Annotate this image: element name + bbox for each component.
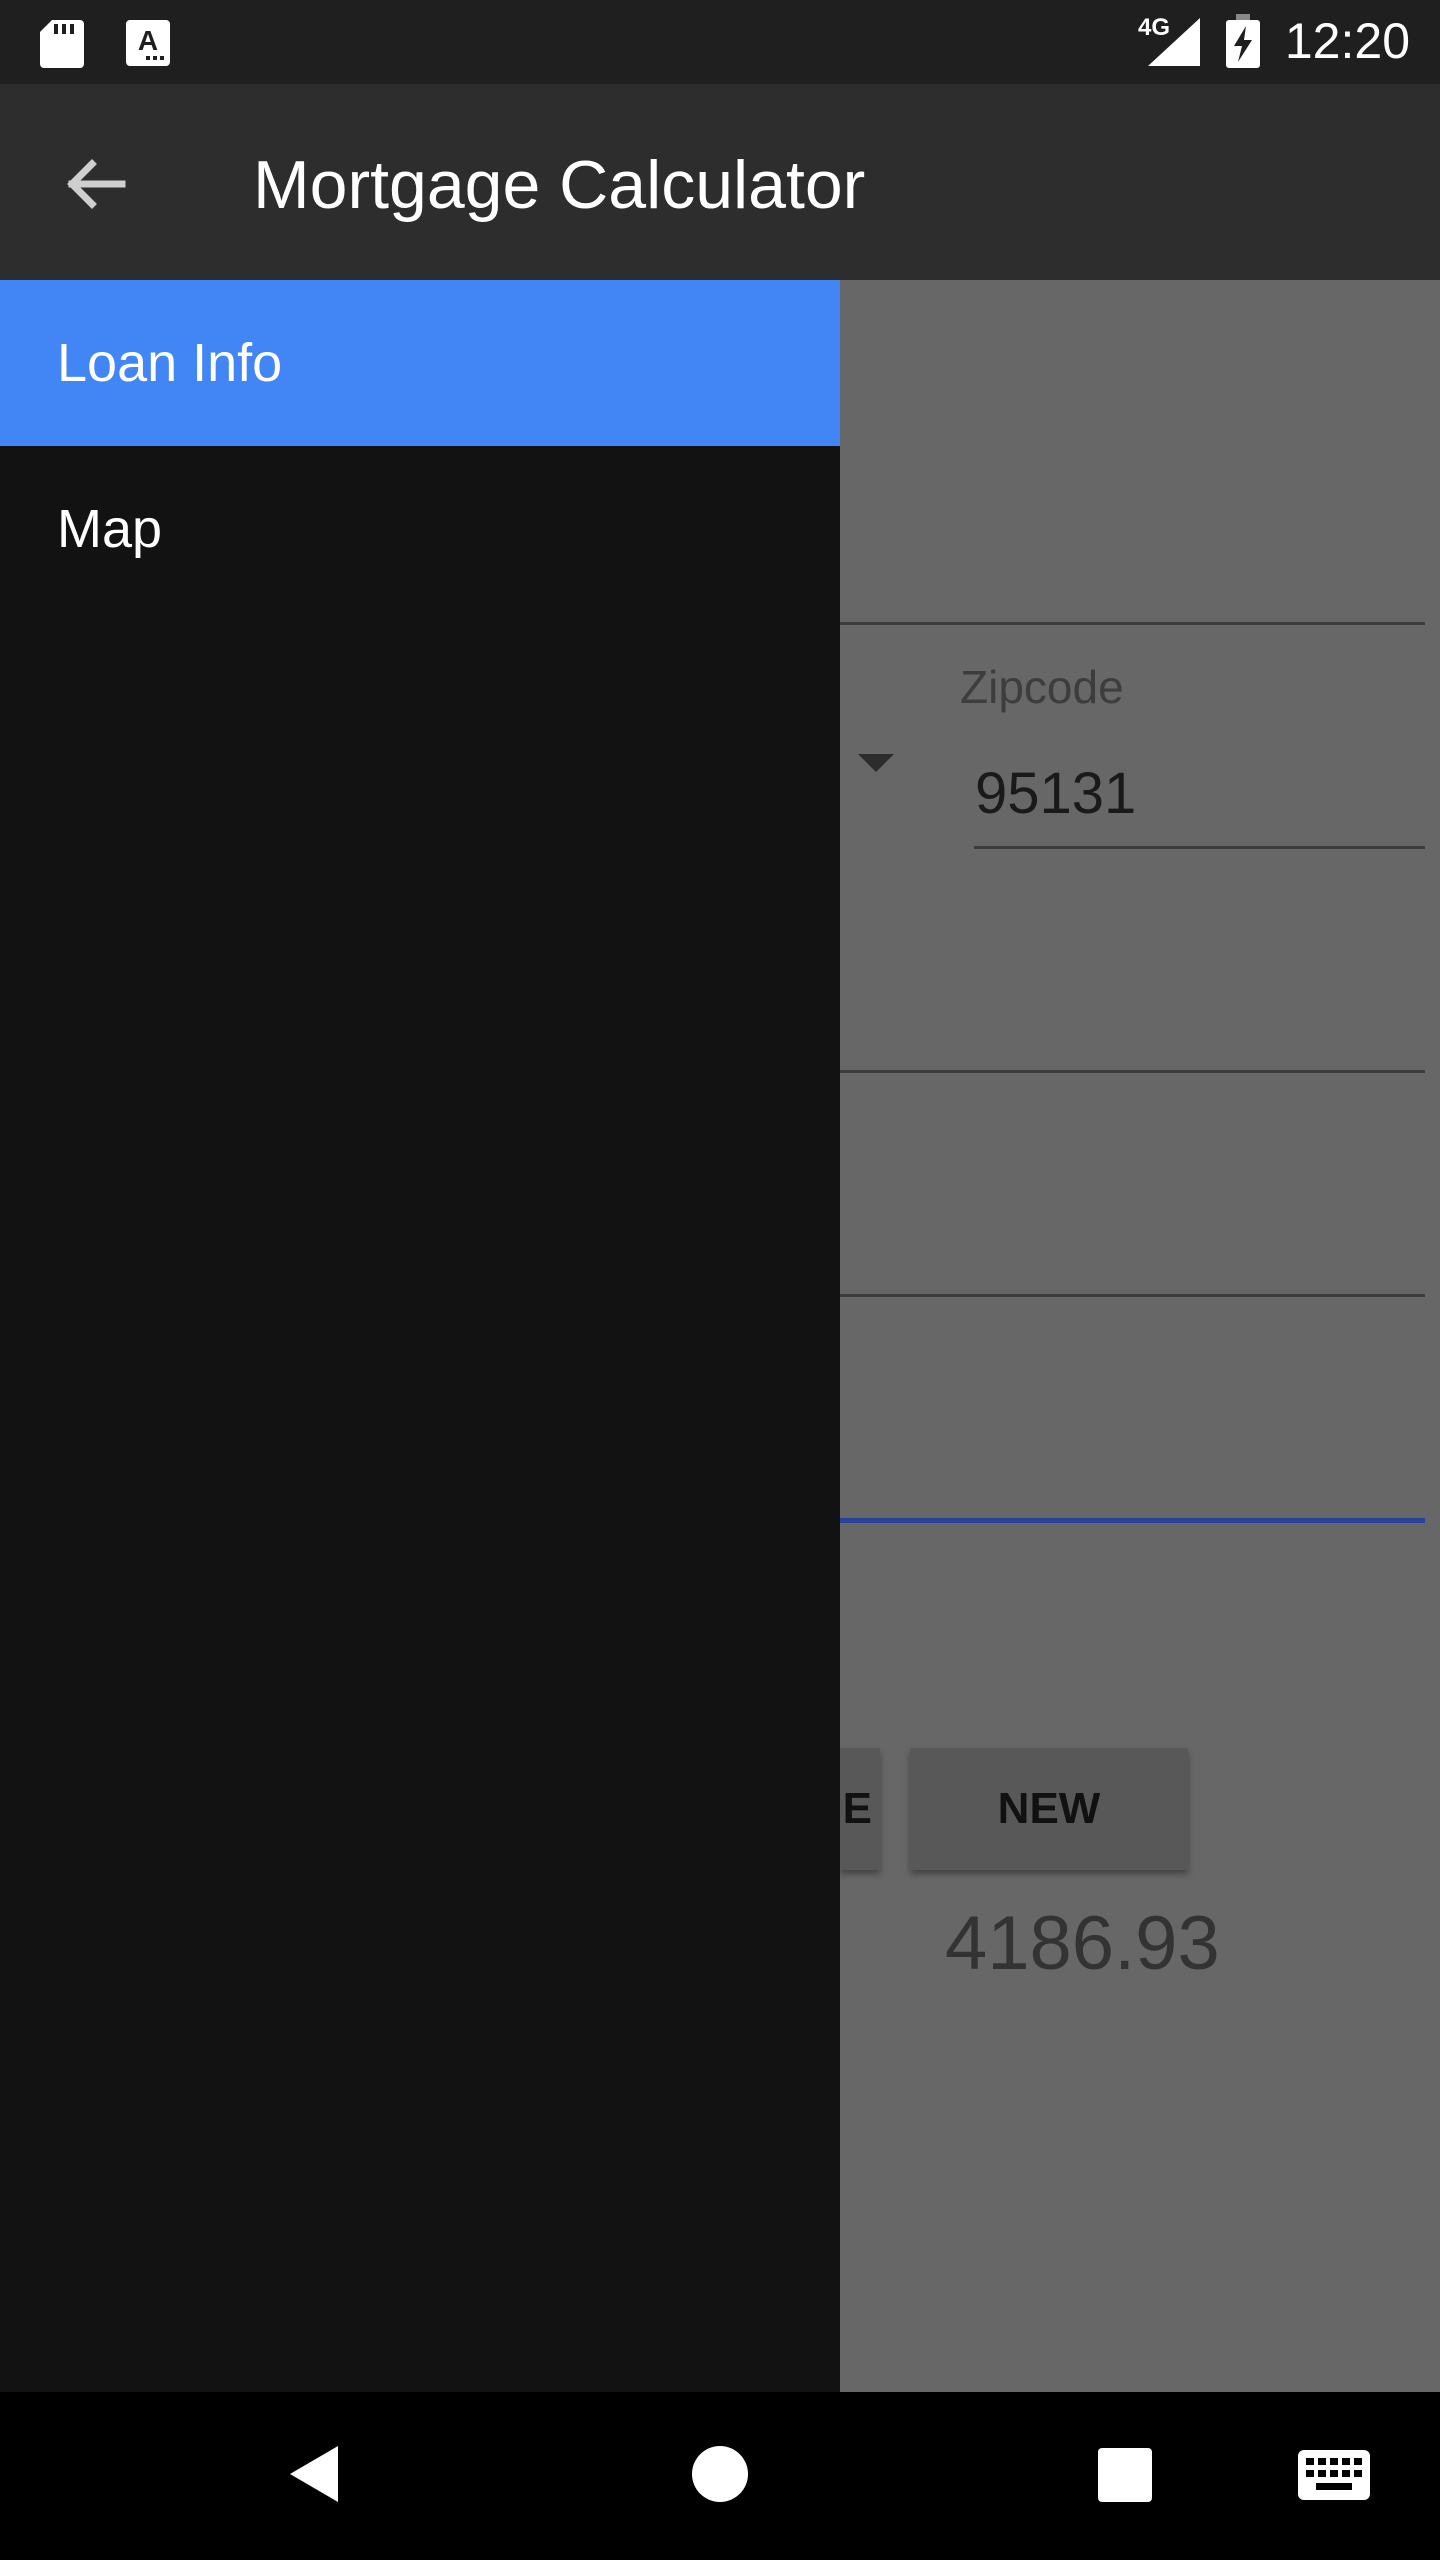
new-button[interactable]: NEW <box>910 1748 1188 1870</box>
home-circle-icon[interactable] <box>690 2444 750 2504</box>
sd-card-icon <box>40 20 84 68</box>
field-underline <box>840 1294 1425 1297</box>
recents-square-icon[interactable] <box>1098 2448 1152 2502</box>
zipcode-underline <box>974 846 1425 849</box>
new-button-label: NEW <box>997 1784 1101 1833</box>
back-triangle-icon[interactable] <box>286 2444 342 2504</box>
drawer-item-label: Map <box>57 499 163 559</box>
system-nav-bar <box>0 2392 1440 2560</box>
focused-field-underline <box>840 1518 1425 1523</box>
page-title: Mortgage Calculator <box>253 147 866 223</box>
drawer-item-loan-info[interactable]: Loan Info <box>0 280 840 446</box>
monthly-payment-result: 4186.93 <box>945 1901 1220 1986</box>
signal-icon <box>1148 18 1200 66</box>
drawer-item-label: Loan Info <box>57 333 283 393</box>
field-underline <box>840 622 1425 625</box>
app-bar: Mortgage Calculator <box>0 84 1440 280</box>
field-underline <box>840 1070 1425 1073</box>
save-button-label: E <box>842 1784 872 1833</box>
keyboard-icon[interactable] <box>1298 2450 1370 2500</box>
dropdown-arrow-icon[interactable] <box>858 754 894 772</box>
screen: A 4G 12:20 Mortgage Calculator Zipcode 9… <box>0 0 1440 2560</box>
svg-text:A: A <box>138 25 158 56</box>
arrow-back-icon[interactable] <box>56 144 136 224</box>
zipcode-label: Zipcode <box>960 661 1124 713</box>
battery-charging-icon <box>1226 14 1260 68</box>
status-bar: A 4G 12:20 <box>0 0 1440 84</box>
zipcode-input[interactable]: 95131 <box>975 760 1136 827</box>
drawer-item-map[interactable]: Map <box>0 446 840 612</box>
save-button[interactable]: E <box>840 1748 880 1870</box>
navigation-drawer: Loan Info Map <box>0 280 840 2392</box>
status-time: 12:20 <box>1284 13 1410 69</box>
keyboard-a-icon: A <box>126 20 170 66</box>
